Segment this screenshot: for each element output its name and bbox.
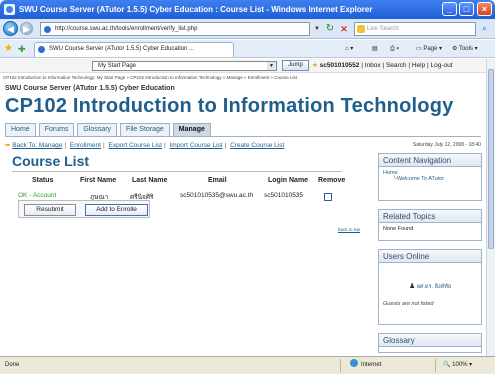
content-navigation-title: Content Navigation bbox=[379, 154, 481, 167]
column-header-remove: Remove bbox=[318, 177, 346, 184]
search-link[interactable]: Search bbox=[386, 62, 407, 69]
add-to-enrolled-button[interactable]: Add to Enrolle bbox=[85, 204, 148, 216]
internet-zone: Internet bbox=[350, 357, 381, 374]
refresh-icon[interactable]: ↻ bbox=[324, 23, 336, 35]
url-input[interactable]: http://course.swu.ac.th/tools/enrollment… bbox=[40, 22, 310, 36]
ie-icon bbox=[4, 4, 15, 15]
enrollment-link[interactable]: Enrollment bbox=[70, 142, 101, 149]
action-buttons: Resubmit Add to Enrolle bbox=[18, 200, 150, 218]
jump-select-value: My Start Page bbox=[98, 63, 137, 69]
import-course-list-link[interactable]: Import Course List bbox=[169, 142, 222, 149]
tab-manage[interactable]: Manage bbox=[172, 123, 211, 136]
online-user-name: ผศ.ดร. สิงห์ทัย bbox=[416, 284, 452, 290]
guests-note: Guests are not listed bbox=[383, 301, 434, 307]
zoom-level[interactable]: 🔍 100% ▾ bbox=[443, 357, 472, 374]
tab-home[interactable]: Home bbox=[5, 123, 36, 136]
help-link[interactable]: Help bbox=[412, 62, 425, 69]
tools-menu-label: Tools bbox=[458, 46, 473, 52]
close-button[interactable]: × bbox=[477, 2, 492, 16]
inbox-link[interactable]: Inbox bbox=[365, 62, 381, 69]
page-content: My Start Page ▼ Jump ★ sc501010552 | Inb… bbox=[0, 59, 486, 356]
scrollbar-thumb[interactable] bbox=[488, 69, 494, 249]
chevron-down-icon: ▼ bbox=[267, 62, 276, 70]
feeds-icon[interactable]: ▤ bbox=[372, 43, 378, 55]
username: sc501010552 bbox=[319, 62, 360, 69]
window-title: SWU Course Server (ATutor 1.5.5) Cyber E… bbox=[19, 5, 373, 14]
tab-bar: ★ ✚ SWU Course Server (ATutor 1.5.5) Cyb… bbox=[0, 40, 495, 58]
back-button[interactable]: ◀ bbox=[3, 21, 18, 36]
address-bar: ◀ ▶ http://course.swu.ac.th/tools/enroll… bbox=[0, 19, 495, 39]
user-icon: ♟ bbox=[409, 283, 416, 290]
users-online-box: Users Online ♟ ผศ.ดร. สิงห์ทัย Guests ar… bbox=[378, 249, 482, 325]
related-topics-empty: None Found bbox=[383, 226, 414, 232]
remove-checkbox[interactable] bbox=[324, 193, 332, 201]
user-star-icon: ★ bbox=[312, 62, 318, 69]
tab-forums[interactable]: Forums bbox=[38, 123, 75, 136]
user-links: ★ sc501010552 | Inbox | Search | Help | … bbox=[312, 62, 453, 69]
tab-glossary[interactable]: Glossary bbox=[77, 123, 118, 136]
row-email: sc501010535@swu.ac.th bbox=[180, 192, 254, 199]
page-menu[interactable]: ▭ Page ▾ bbox=[416, 43, 442, 55]
back-arrow-icon: ➥ bbox=[5, 142, 11, 149]
search-input[interactable]: Live Search bbox=[354, 22, 476, 36]
related-topics-title: Related Topics bbox=[379, 210, 481, 223]
column-header-login-name: Login Name bbox=[268, 177, 309, 184]
internet-zone-label: Internet bbox=[361, 362, 382, 368]
zoom-value: 100% bbox=[452, 362, 468, 368]
home-icon[interactable]: ⌂ ▾ bbox=[345, 43, 353, 55]
vertical-scrollbar[interactable] bbox=[486, 59, 495, 356]
column-header-status: Status bbox=[32, 177, 54, 184]
jump-strip: My Start Page ▼ Jump ★ sc501010552 | Inb… bbox=[0, 59, 486, 73]
add-favorites-icon[interactable]: ✚ bbox=[18, 43, 26, 55]
address-dropdown-icon[interactable]: ▼ bbox=[312, 23, 322, 35]
column-header-email: Email bbox=[208, 177, 227, 184]
users-online-title: Users Online bbox=[379, 250, 481, 263]
content-nav-welcome-label: Welcome To ATutor bbox=[396, 176, 445, 182]
export-course-list-link[interactable]: Export Course List bbox=[108, 142, 161, 149]
tab-file-storage[interactable]: File Storage bbox=[120, 123, 170, 136]
favorites-star-icon[interactable]: ★ bbox=[4, 43, 13, 55]
glossary-title: Glossary bbox=[379, 334, 481, 347]
window-titlebar: SWU Course Server (ATutor 1.5.5) Cyber E… bbox=[0, 0, 495, 19]
nav-divider bbox=[5, 136, 481, 137]
resubmit-button[interactable]: Resubmit bbox=[24, 204, 76, 216]
tools-menu[interactable]: ⚙ Tools ▾ bbox=[452, 43, 478, 55]
content-nav-welcome-link[interactable]: └Welcome To ATutor bbox=[383, 176, 477, 182]
back-to-top-link[interactable]: back to top bbox=[338, 227, 360, 232]
server-name: SWU Course Server (ATutor 1.5.5) Cyber E… bbox=[5, 85, 175, 92]
heading-divider bbox=[12, 171, 342, 172]
page-title: Course List bbox=[12, 153, 90, 169]
row-login-name: sc501010535 bbox=[264, 192, 304, 199]
related-topics-box: Related Topics None Found bbox=[378, 209, 482, 241]
glossary-box: Glossary bbox=[378, 333, 482, 353]
breadcrumb: CP102 Introduction to Information Techno… bbox=[3, 75, 298, 80]
maximize-button[interactable]: □ bbox=[459, 2, 474, 16]
forward-button[interactable]: ▶ bbox=[20, 22, 33, 35]
print-icon[interactable]: ⎙ ▾ bbox=[390, 43, 399, 55]
status-text: Done bbox=[5, 362, 20, 368]
online-user[interactable]: ♟ ผศ.ดร. สิงห์ทัย bbox=[383, 282, 477, 291]
column-header-last-name: Last Name bbox=[132, 177, 168, 184]
page-menu-label: Page bbox=[423, 46, 438, 52]
status-bar: Done Internet 🔍 100% ▾ bbox=[0, 356, 495, 374]
date-time: Saturday July 12, 2008 - 18:40 bbox=[412, 142, 481, 148]
column-header-first-name: First Name bbox=[80, 177, 117, 184]
logout-link[interactable]: Log-out bbox=[431, 62, 453, 69]
back-to-manage-link[interactable]: Back To: Manage bbox=[12, 142, 62, 149]
content-navigation-box: Content Navigation Home └Welcome To ATut… bbox=[378, 153, 482, 201]
course-nav-tabs: Home Forums Glossary File Storage Manage bbox=[5, 123, 214, 136]
stop-icon[interactable]: ✕ bbox=[338, 23, 350, 35]
jump-button[interactable]: Jump bbox=[282, 60, 309, 71]
minimize-button[interactable]: _ bbox=[442, 2, 457, 16]
jump-select[interactable]: My Start Page ▼ bbox=[92, 61, 277, 71]
sub-navigation: ➥ Back To: Manage | Enrollment | Export Co… bbox=[5, 142, 285, 149]
search-icon[interactable]: ⌕ bbox=[478, 23, 491, 35]
browser-tab[interactable]: SWU Course Server (ATutor 1.5.5) Cyber E… bbox=[34, 42, 234, 57]
course-title: CP102 Introduction to Information Techno… bbox=[5, 95, 454, 117]
create-course-list-link[interactable]: Create Course List bbox=[230, 142, 284, 149]
